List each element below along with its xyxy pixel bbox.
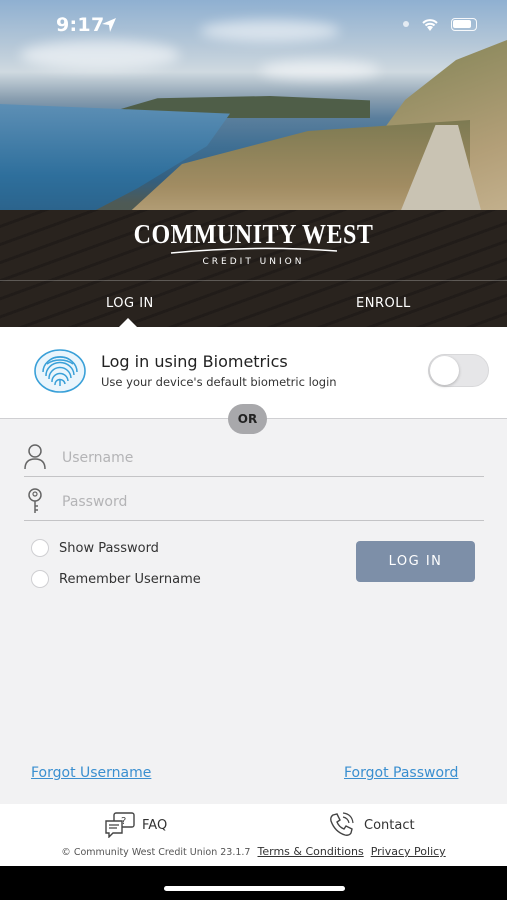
chat-question-icon: ? [105, 812, 135, 838]
brand-name: COMMUNITY WEST [133, 219, 374, 250]
contact-button[interactable]: Contact [328, 812, 415, 838]
battery-icon [451, 17, 477, 31]
tab-login[interactable]: LOG IN [106, 296, 154, 311]
footer: ? FAQ Contact © Community West Credit Un… [0, 804, 507, 866]
password-input[interactable] [62, 489, 462, 515]
status-time: 9:17 [56, 14, 105, 36]
active-tab-indicator [118, 318, 138, 327]
home-indicator[interactable] [164, 886, 345, 891]
privacy-link[interactable]: Privacy Policy [371, 845, 446, 858]
show-password-radio[interactable] [31, 539, 49, 557]
phone-icon [330, 812, 354, 836]
biometrics-title: Log in using Biometrics [101, 352, 288, 371]
remember-username-radio[interactable] [31, 570, 49, 588]
biometrics-subtitle: Use your device's default biometric logi… [101, 375, 337, 389]
biometrics-toggle[interactable] [428, 354, 489, 387]
hero-banner: 9:17 COMMUNITY WEST CREDIT UNION LOG IN … [0, 0, 507, 327]
forgot-password-link[interactable]: Forgot Password [344, 765, 458, 781]
wifi-icon [422, 19, 438, 31]
show-password-option[interactable]: Show Password [31, 539, 159, 557]
password-field [24, 483, 484, 521]
or-divider-badge: OR [228, 404, 267, 434]
auth-tabs: LOG IN ENROLL [0, 280, 507, 327]
location-arrow-icon [102, 18, 116, 32]
terms-link[interactable]: Terms & Conditions [258, 845, 364, 858]
user-icon [24, 444, 46, 470]
legal-line: © Community West Credit Union 23.1.7 Ter… [0, 845, 507, 858]
signal-icon [403, 21, 409, 27]
toggle-knob [430, 356, 459, 385]
username-field [24, 439, 484, 477]
brand-subtitle: CREDIT UNION [202, 257, 305, 267]
status-bar: 9:17 [0, 0, 507, 50]
forgot-username-link[interactable]: Forgot Username [31, 765, 151, 781]
key-icon [28, 488, 42, 513]
show-password-label: Show Password [59, 540, 159, 556]
login-form: OR Show Password Remember Username LOG I… [0, 404, 507, 804]
fingerprint-icon [34, 349, 86, 393]
remember-username-option[interactable]: Remember Username [31, 570, 201, 588]
faq-button[interactable]: ? FAQ [104, 812, 167, 838]
login-button[interactable]: LOG IN [356, 541, 475, 582]
home-bar [0, 866, 507, 900]
remember-username-label: Remember Username [59, 571, 201, 587]
copyright-text: © Community West Credit Union 23.1.7 [61, 847, 251, 858]
faq-label: FAQ [142, 817, 168, 833]
username-input[interactable] [62, 445, 462, 471]
brand-logo: COMMUNITY WEST CREDIT UNION [0, 219, 507, 267]
tab-enroll[interactable]: ENROLL [356, 296, 411, 311]
contact-label: Contact [364, 817, 415, 833]
